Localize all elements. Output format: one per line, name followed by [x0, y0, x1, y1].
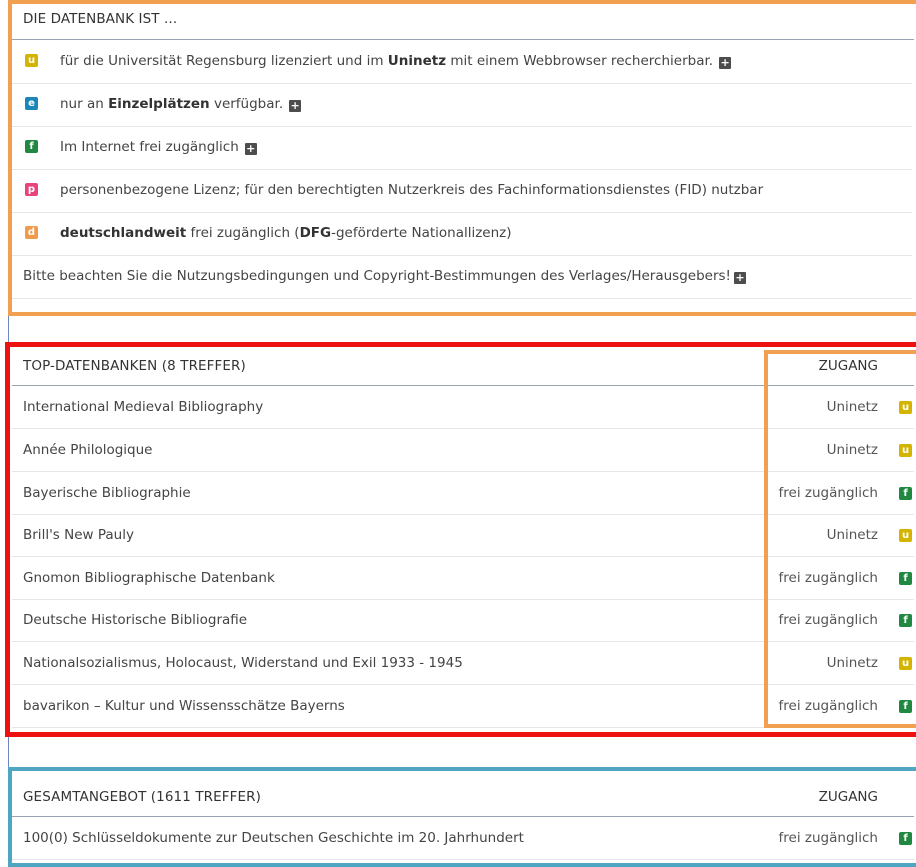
legend-highlight-frame — [8, 0, 916, 316]
all-databases-highlight-frame — [8, 767, 916, 867]
access-column-highlight-frame — [764, 350, 916, 728]
